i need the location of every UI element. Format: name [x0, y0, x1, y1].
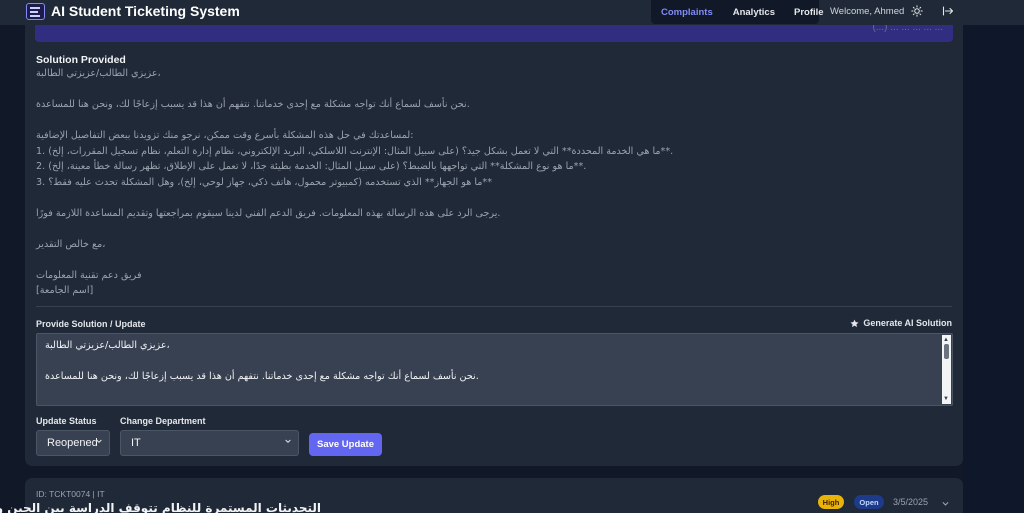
solution-line: 3. ما هو الجهاز** الذي تستخدمه (كمبيوتر …	[36, 176, 492, 188]
solution-line: فريق دعم تقنية المعلومات	[36, 269, 142, 281]
logout-icon[interactable]	[942, 5, 954, 17]
status-select[interactable]: Reopened	[36, 430, 110, 456]
solution-body: عزيزي الطالب/عزيزتي الطالبة، نحن نأسف لس…	[36, 68, 936, 301]
textarea-scrollbar[interactable]: ▲ ▼	[942, 335, 951, 404]
chevron-down-icon	[96, 439, 102, 444]
solution-line: 1. ما هي الخدمة المحددة** التي لا تعمل ب…	[36, 145, 674, 157]
sun-icon[interactable]	[911, 5, 923, 17]
priority-badge: High	[818, 495, 844, 509]
ticket-id: ID: TCKT0074 | IT	[36, 489, 105, 499]
list-icon	[26, 3, 45, 20]
top-navbar: AI Student Ticketing System Complaints A…	[0, 0, 1024, 25]
scrollbar-thumb[interactable]	[944, 344, 949, 359]
ticket-card[interactable]: ID: TCKT0074 | IT التحديثات المستمرة للن…	[0, 478, 963, 513]
textarea-line: عزيزي الطالب/عزيزتي الطالبة،	[45, 340, 170, 351]
right-panel-background	[963, 25, 1024, 513]
solution-line: نحن نأسف لسماع أنك تواجه مشكلة مع إحدى خ…	[36, 99, 470, 110]
textarea-line: نحن نأسف لسماع أنك تواجه مشكلة مع إحدى خ…	[45, 371, 479, 382]
nav-analytics[interactable]: Analytics	[733, 7, 775, 18]
status-select-value: Reopened	[47, 437, 98, 449]
main-nav: Complaints Analytics Profile	[651, 0, 824, 24]
status-badge: Open	[854, 495, 884, 509]
update-status-label: Update Status	[36, 416, 97, 426]
generate-ai-solution-button[interactable]: Generate AI Solution	[850, 318, 952, 328]
solution-line: عزيزي الطالب/عزيزتي الطالبة،	[36, 68, 161, 79]
scroll-up-arrow-icon[interactable]: ▲	[943, 337, 949, 343]
complaint-text: (...) ... ... ... ... ...	[872, 25, 943, 33]
generate-ai-solution-label: Generate AI Solution	[863, 318, 952, 328]
solution-line: لمساعدتك في حل هذه المشكلة بأسرع وقت ممك…	[36, 130, 414, 141]
ticket-detail-card: (...) ... ... ... ... ... Solution Provi…	[25, 25, 963, 466]
solution-title: Solution Provided	[36, 54, 126, 66]
solution-line: [اسم الجامعة]	[36, 285, 94, 296]
chevron-down-icon	[285, 439, 291, 444]
scroll-down-arrow-icon[interactable]: ▼	[943, 396, 949, 402]
solution-line: 2. ما هو نوع المشكلة** التي تواجهها بالض…	[36, 161, 587, 172]
solution-textarea[interactable]: عزيزي الطالب/عزيزتي الطالبة، نحن نأسف لس…	[36, 333, 953, 406]
change-department-label: Change Department	[120, 416, 206, 426]
star-icon	[850, 319, 859, 327]
solution-line: يرجى الرد على هذه الرسالة بهذه المعلومات…	[36, 207, 501, 219]
ticket-date: 3/5/2025	[893, 497, 929, 507]
section-divider	[36, 306, 952, 307]
save-update-button[interactable]: Save Update	[309, 433, 382, 456]
nav-profile[interactable]: Profile	[794, 7, 824, 18]
solution-line: مع خالص التقدير،	[36, 238, 106, 250]
department-select-value: IT	[131, 437, 141, 449]
department-select[interactable]: IT	[120, 430, 299, 456]
app-title: AI Student Ticketing System	[51, 3, 240, 19]
chevron-down-icon[interactable]	[941, 499, 950, 508]
provide-solution-label: Provide Solution / Update	[36, 319, 146, 329]
complaint-text-strip: (...) ... ... ... ... ...	[35, 25, 953, 42]
ticket-title: التحديثات المستمرة للنظام تتوقف الدراسة …	[0, 501, 321, 513]
welcome-text: Welcome, Ahmed	[830, 6, 905, 17]
nav-complaints[interactable]: Complaints	[661, 7, 713, 18]
